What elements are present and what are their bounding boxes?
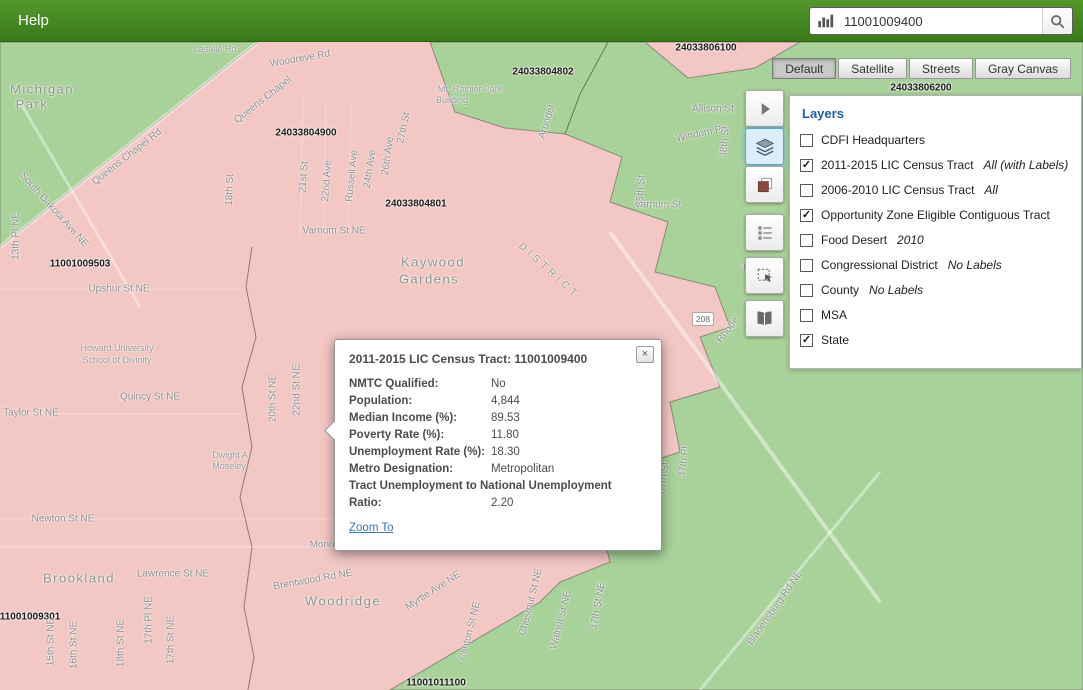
popup-field-label: Median Income (%): [349, 410, 491, 427]
layers-icon [754, 136, 776, 158]
popup-field-value: Metropolitan [491, 461, 647, 478]
legend-icon [755, 223, 775, 243]
layer-label: Congressional District [821, 258, 938, 272]
layer-item[interactable]: ✓ 2011-2015 LIC Census Tract All (with Lab… [790, 158, 1081, 172]
basemap-satellite-button[interactable]: Satellite [838, 58, 907, 79]
bar-chart-icon [810, 8, 840, 34]
layer-checkbox[interactable] [800, 309, 813, 322]
layer-checkbox[interactable] [800, 259, 813, 272]
popup-field-value: 4,844 [491, 393, 647, 410]
layer-item[interactable]: Congressional District No Labels [790, 258, 1081, 272]
zoom-to-link[interactable]: Zoom To [349, 522, 394, 534]
layer-label: County [821, 283, 859, 297]
layer-label: CDFI Headquarters [821, 133, 925, 147]
route-shield: 208 [692, 312, 714, 326]
popup-field-value: 11.80 [491, 427, 647, 444]
popup-rows: NMTC Qualified:NoPopulation:4,844Median … [349, 376, 647, 512]
help-button[interactable]: Help [18, 0, 49, 42]
layer-checkbox[interactable] [800, 234, 813, 247]
layer-checkbox[interactable]: ✓ [800, 334, 813, 347]
layer-label: Food Desert [821, 233, 887, 247]
layer-item[interactable]: Food Desert 2010 [790, 233, 1081, 247]
layer-checkbox[interactable] [800, 134, 813, 147]
basemap-switcher: Default Satellite Streets Gray Canvas [772, 58, 1071, 79]
popup-field-value: 2.20 [491, 495, 647, 512]
layer-item[interactable]: County No Labels [790, 283, 1081, 297]
layer-item[interactable]: 2006-2010 LIC Census Tract All [790, 183, 1081, 197]
layer-item[interactable]: MSA [790, 308, 1081, 322]
popup-row: Unemployment Rate (%):18.30 [349, 444, 647, 461]
app-header: Help [0, 0, 1083, 42]
layer-checkbox[interactable]: ✓ [800, 159, 813, 172]
play-icon [755, 99, 775, 119]
popup-field-label: Unemployment Rate (%): [349, 444, 491, 461]
layer-label: Opportunity Zone Eligible Contiguous Tra… [821, 208, 1050, 222]
select-button[interactable] [745, 257, 784, 294]
book-icon [754, 308, 775, 329]
popup-field-label: Metro Designation: [349, 461, 491, 478]
popup-field-value: No [491, 376, 647, 393]
popup-field-label: Ratio: [349, 495, 491, 512]
layer-item[interactable]: ✓ State [790, 333, 1081, 347]
layer-label: 2006-2010 LIC Census Tract [821, 183, 974, 197]
layer-label: State [821, 333, 849, 347]
popup-row: Ratio:2.20 [349, 495, 647, 512]
popup-row: Tract Unemployment to National Unemploym… [349, 478, 647, 495]
layer-item[interactable]: ✓ Opportunity Zone Eligible Contiguous Tr… [790, 208, 1081, 222]
layer-item[interactable]: CDFI Headquarters [790, 133, 1081, 147]
layer-note: 2010 [897, 233, 924, 247]
tract-popup: × 2011-2015 LIC Census Tract: 1100100940… [334, 339, 662, 551]
popup-field-label: Poverty Rate (%): [349, 427, 491, 444]
popup-field-label: Population: [349, 393, 491, 410]
popup-field-label: Tract Unemployment to National Unemploym… [349, 478, 647, 495]
layer-checkbox[interactable] [800, 184, 813, 197]
magnifier-icon [1049, 13, 1066, 30]
bookmarks-button[interactable] [745, 300, 784, 337]
layer-note: All (with Labels) [984, 158, 1069, 172]
copy-button[interactable] [745, 166, 784, 203]
select-rectangle-icon [755, 266, 775, 286]
popup-row: Median Income (%):89.53 [349, 410, 647, 427]
app-window: 2403380610024033804802240338062002403380… [0, 0, 1083, 690]
layer-note: All [984, 183, 997, 197]
search-widget [809, 7, 1073, 35]
layers-button[interactable] [745, 128, 784, 165]
play-button[interactable] [745, 90, 784, 127]
layers-panel-title: Layers [790, 96, 1081, 133]
overlap-squares-icon [755, 175, 775, 195]
map-toolbar [745, 90, 785, 350]
layer-checkbox[interactable] [800, 284, 813, 297]
search-button[interactable] [1042, 8, 1072, 34]
layer-note: No Labels [948, 258, 1002, 272]
layer-label: 2011-2015 LIC Census Tract [821, 158, 974, 172]
layer-note: No Labels [869, 283, 923, 297]
popup-row: NMTC Qualified:No [349, 376, 647, 393]
legend-button[interactable] [745, 214, 784, 251]
search-input[interactable] [840, 14, 1042, 29]
layer-checkbox[interactable]: ✓ [800, 209, 813, 222]
popup-row: Population:4,844 [349, 393, 647, 410]
popup-close-button[interactable]: × [636, 346, 654, 363]
popup-field-value: 18.30 [491, 444, 647, 461]
popup-row: Poverty Rate (%):11.80 [349, 427, 647, 444]
layers-list: CDFI Headquarters ✓ 2011-2015 LIC Census T… [790, 133, 1081, 347]
basemap-default-button[interactable]: Default [772, 58, 836, 79]
popup-field-value: 89.53 [491, 410, 647, 427]
layers-panel: Layers CDFI Headquarters ✓ 2011-2015 LIC C… [789, 95, 1082, 369]
popup-row: Metro Designation:Metropolitan [349, 461, 647, 478]
basemap-graycanvas-button[interactable]: Gray Canvas [975, 58, 1071, 79]
popup-field-label: NMTC Qualified: [349, 376, 491, 393]
popup-title: 2011-2015 LIC Census Tract: 11001009400 [349, 352, 647, 366]
layer-label: MSA [821, 308, 847, 322]
basemap-streets-button[interactable]: Streets [909, 58, 973, 79]
